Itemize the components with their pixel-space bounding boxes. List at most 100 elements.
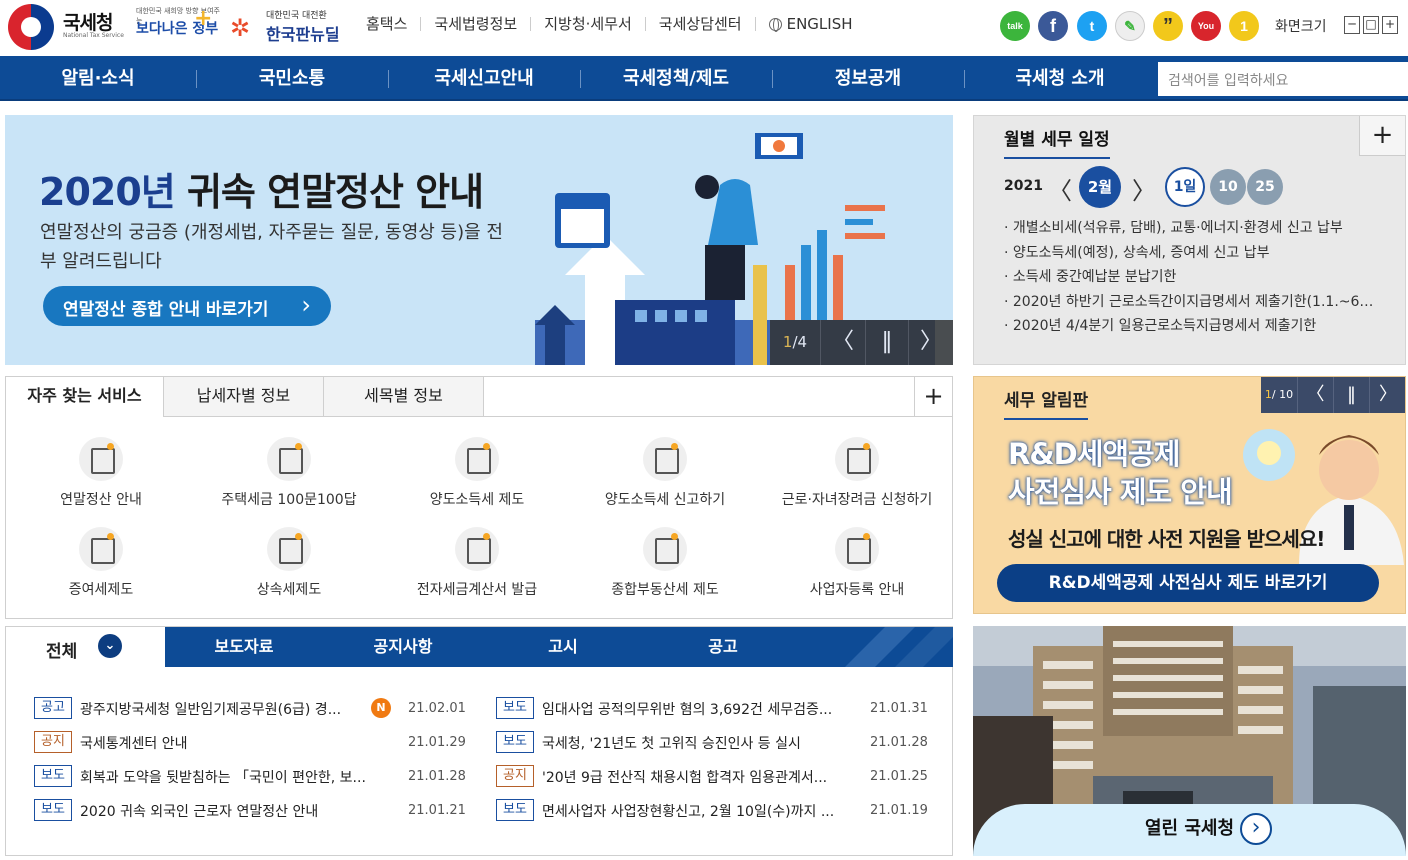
banner-page-total: /4 [792, 333, 808, 351]
service-label: 양도소득세 제도 [429, 492, 525, 508]
decorative-stripes [845, 627, 953, 667]
youtube-icon[interactable]: You [1191, 11, 1221, 41]
news-title: '20년 9급 전산직 채용시험 합격자 임용관계서... [542, 770, 828, 786]
news-tab-bar: 보도자료 공지사항 고시 공고 [165, 627, 953, 667]
service-transfer-tax-system[interactable]: 양도소득세 제도 [382, 437, 572, 509]
news-date: 21.01.19 [870, 803, 928, 818]
schedule-day-10[interactable]: 10 [1210, 169, 1246, 205]
tab-taxpayer-info[interactable]: 납세자별 정보 [164, 377, 324, 417]
news-row[interactable]: 보도 면세사업자 사업장현황신고, 2월 10일(수)까지 ... 21.01.… [496, 799, 928, 823]
main-banner[interactable]: 2020년 귀속 연말정산 안내 연말정산의 궁금증 (개정세법, 자주묻는 질… [5, 115, 953, 365]
nav-disclosure[interactable]: 정보공개 [772, 56, 964, 101]
tab-all[interactable]: 전체 ⌄ [6, 627, 165, 667]
news-row[interactable]: 공지 '20년 9급 전산직 채용시험 합격자 임용관계서... 21.01.2… [496, 765, 928, 789]
service-business-registration[interactable]: 사업자등록 안내 [762, 527, 952, 599]
schedule-day-25[interactable]: 25 [1247, 169, 1283, 205]
new-deal-logo[interactable]: ✲ 대한민국 대전환 한국판뉴딜 [230, 6, 346, 46]
news-date: 21.01.21 [408, 803, 466, 818]
banner-prev-button[interactable]: 〈 [820, 320, 865, 365]
notice-next-button[interactable]: 〉 [1369, 377, 1405, 413]
main-nav: 알림·소식 국민소통 국세신고안내 국세정책/제도 정보공개 국세청 소개 검색… [0, 56, 1408, 101]
service-label: 연말정산 안내 [60, 492, 142, 508]
service-transfer-tax-filing[interactable]: 양도소득세 신고하기 [570, 437, 760, 509]
chevron-right-icon[interactable]: › [1240, 813, 1272, 845]
service-work-child-incentive[interactable]: 근로·자녀장려금 신청하기 [762, 437, 952, 509]
service-label: 전자세금계산서 발급 [416, 582, 538, 598]
service-housing-tax-qa[interactable]: 주택세금 100문100답 [194, 437, 384, 509]
one-icon[interactable]: 1 [1229, 11, 1259, 41]
twitter-icon[interactable]: t [1077, 11, 1107, 41]
nav-communication[interactable]: 국민소통 [196, 56, 388, 101]
link-hometax[interactable]: 홈택스 [366, 17, 422, 32]
link-english-label: ENGLISH [786, 15, 853, 33]
link-consult-center[interactable]: 국세상담센터 [646, 17, 756, 32]
service-comprehensive-property-tax[interactable]: 종합부동산세 제도 [570, 527, 760, 599]
gov-slogan-logo[interactable]: 대한민국 새희망 방향 보여주는 보다나은 정부 + [136, 6, 220, 46]
month-prev-button[interactable]: 〈 [1048, 171, 1072, 206]
news-date: 21.01.31 [870, 701, 928, 716]
schedule-item[interactable]: · 소득세 중간예납분 분납기한 [1004, 265, 1374, 290]
schedule-item[interactable]: · 양도소득세(예정), 상속세, 증여세 신고 납부 [1004, 241, 1374, 266]
banner-link-button[interactable]: 연말정산 종합 안내 바로가기 [43, 286, 331, 326]
tab-public-notice[interactable]: 공고 [643, 627, 803, 667]
link-english[interactable]: ENGLISH [756, 15, 866, 33]
nav-about[interactable]: 국세청 소개 [964, 56, 1156, 101]
banner-next-button[interactable]: 〉 [908, 320, 953, 365]
tab-announcements[interactable]: 공지사항 [323, 627, 483, 667]
logo-title[interactable]: 국세청 [63, 8, 113, 35]
open-nts-panel[interactable]: 열린 국세청 › [973, 626, 1406, 856]
nav-tax-filing[interactable]: 국세신고안내 [388, 56, 580, 101]
schedule-item[interactable]: · 2020년 하반기 근로소득간이지급명세서 제출기한(1.1.~6.30.) [1004, 290, 1374, 315]
search-input[interactable]: 검색어를 입력하세요 [1158, 62, 1408, 96]
news-title: 국세통계센터 안내 [80, 736, 188, 752]
news-row[interactable]: 공고 광주지방국세청 일반임기제공무원(6급) 경... N 21.02.01 [34, 697, 469, 721]
notice-link-button[interactable]: R&D세액공제 사전심사 제도 바로가기 [997, 564, 1379, 602]
monthly-tax-schedule: 월별 세무 일정 + 2021 〈 2월 〉 1일 10 25 · 개별소비세(… [973, 115, 1406, 365]
open-nts-label[interactable]: 열린 국세청 [973, 804, 1406, 856]
news-row[interactable]: 보도 국세청, '21년도 첫 고위직 승진인사 등 실시 21.01.28 [496, 731, 928, 755]
schedule-day-1[interactable]: 1일 [1165, 167, 1205, 207]
new-deal-small: 대한민국 대전환 [266, 11, 327, 21]
nav-tax-policy[interactable]: 국세정책/제도 [580, 56, 772, 101]
service-inheritance-tax[interactable]: 상속세제도 [194, 527, 384, 599]
notice-prev-button[interactable]: 〈 [1297, 377, 1333, 413]
tab-tax-item-info[interactable]: 세목별 정보 [324, 377, 484, 417]
kakaostory-icon[interactable]: ” [1153, 11, 1183, 41]
current-month[interactable]: 2월 [1079, 166, 1121, 208]
facebook-icon[interactable]: f [1038, 11, 1068, 41]
news-row[interactable]: 보도 2020 귀속 외국인 근로자 연말정산 안내 21.01.21 [34, 799, 469, 823]
blog-icon[interactable]: ✎ [1115, 11, 1145, 41]
notice-board-title: 세무 알림판 [1004, 386, 1089, 420]
banner-pause-button[interactable]: ‖ [865, 320, 908, 365]
tab-press-release[interactable]: 보도자료 [165, 627, 323, 667]
schedule-item[interactable]: · 2020년 4/4분기 일용근로소득지급명세서 제출기한 [1004, 314, 1374, 339]
link-law-info[interactable]: 국세법령정보 [421, 17, 532, 32]
link-regional-offices[interactable]: 지방청·세무서 [531, 17, 646, 32]
schedule-more-button[interactable]: + [1359, 116, 1405, 156]
kakaotalk-icon[interactable]: talk [1000, 11, 1030, 41]
nts-emblem-icon[interactable] [8, 4, 54, 50]
notice-pause-button[interactable]: ‖ [1333, 377, 1369, 413]
news-title: 임대사업 공적의무위반 혐의 3,692건 세무검증... [542, 702, 833, 718]
schedule-item[interactable]: · 개별소비세(석유류, 담배), 교통·에너지·환경세 신고 납부 [1004, 216, 1374, 241]
tax-notice-board[interactable]: 세무 알림판 1/ 10 〈 ‖ 〉 R&D세액공제 사전심사 제도 안내 성실 … [973, 376, 1406, 614]
news-row[interactable]: 보도 임대사업 공적의무위반 혐의 3,692건 세무검증... 21.01.3… [496, 697, 928, 721]
utility-links: 홈택스 국세법령정보 지방청·세무서 국세상담센터 ENGLISH [366, 15, 866, 33]
news-date: 21.01.28 [870, 735, 928, 750]
service-year-end-settlement[interactable]: 연말정산 안내 [6, 437, 196, 509]
nav-news[interactable]: 알림·소식 [0, 56, 196, 101]
news-tag: 보도 [496, 697, 534, 719]
calculator-grid-icon [455, 527, 499, 571]
services-more-button[interactable]: + [914, 377, 952, 417]
font-smaller-button[interactable]: ─ [1344, 16, 1360, 34]
font-larger-button[interactable]: + [1382, 16, 1398, 34]
news-row[interactable]: 보도 회복과 도약을 뒷받침하는 「국민이 편안한, 보... 21.01.28 [34, 765, 469, 789]
news-row[interactable]: 공지 국세통계센터 안내 21.01.29 [34, 731, 469, 755]
month-next-button[interactable]: 〉 [1132, 171, 1156, 206]
tab-frequent-services[interactable]: 자주 찾는 서비스 [6, 377, 164, 417]
font-reset-button[interactable]: □ [1363, 16, 1379, 34]
calculator-icon [79, 437, 123, 481]
service-gift-tax[interactable]: 증여세제도 [6, 527, 196, 599]
tab-notifications[interactable]: 고시 [483, 627, 643, 667]
service-e-tax-invoice[interactable]: 전자세금계산서 발급 [382, 527, 572, 599]
